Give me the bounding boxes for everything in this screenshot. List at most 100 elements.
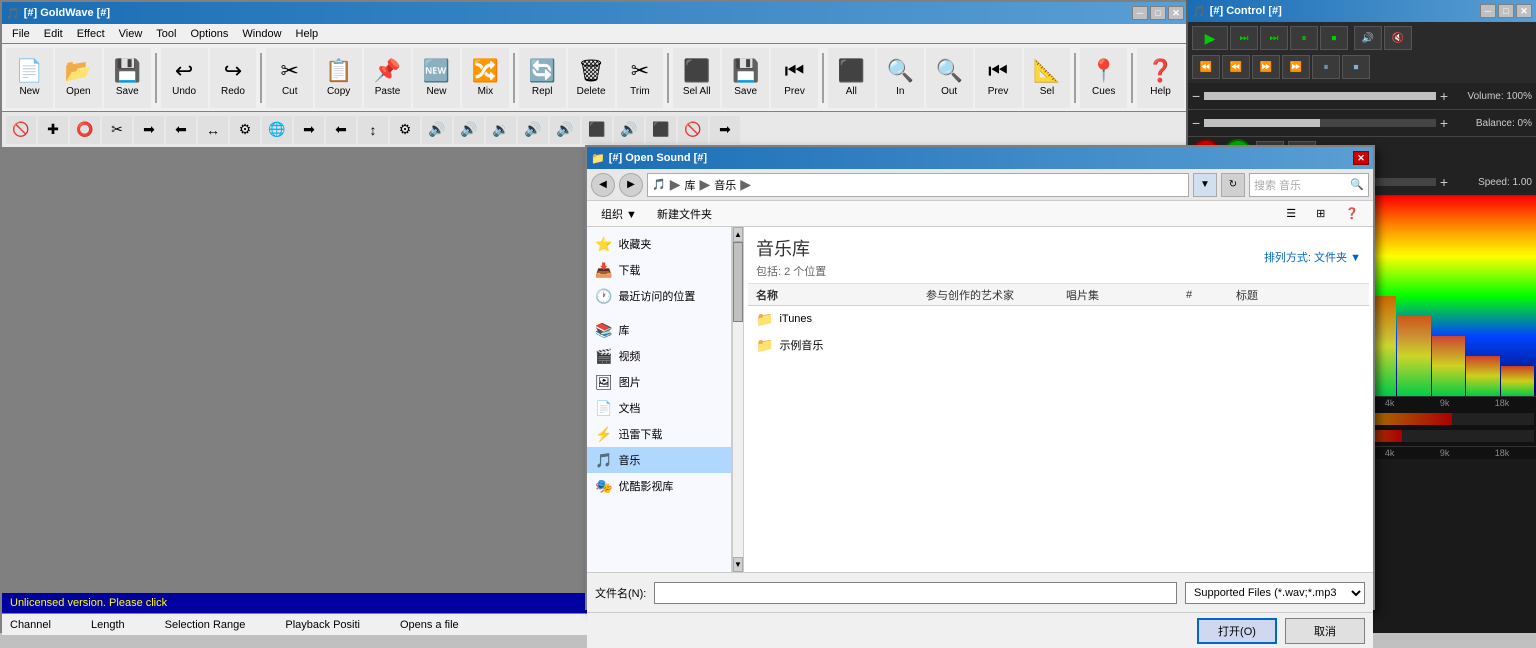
toolbar-redo-button[interactable]: ↪ Redo [210, 48, 257, 108]
nav-scroll-track[interactable] [733, 242, 743, 557]
control-minimize-button[interactable]: ─ [1480, 4, 1496, 18]
toolbar-selall-button[interactable]: ⬛ Sel All [673, 48, 720, 108]
tb2-btn15[interactable]: 🔊 [454, 116, 484, 144]
nav-youku-item[interactable]: 🎭 优酷影视库 [587, 473, 731, 499]
view-details-button[interactable]: ⊞ [1310, 205, 1331, 222]
rewind-fast-button[interactable]: ⏪ [1192, 55, 1220, 79]
toolbar-save2-button[interactable]: 💾 Save [722, 48, 769, 108]
tb2-btn9[interactable]: 🌐 [262, 116, 292, 144]
tb2-btn4[interactable]: ✂ [102, 116, 132, 144]
tb2-btn6[interactable]: ⬅ [166, 116, 196, 144]
file-item-itunes[interactable]: 📁 iTunes [748, 306, 1369, 332]
nav-recent-item[interactable]: 🕐 最近访问的位置 [587, 283, 731, 309]
tb2-btn16[interactable]: 🔉 [486, 116, 516, 144]
filetype-select[interactable]: Supported Files (*.wav;*.mp3 [1185, 582, 1365, 604]
skip-forward-button[interactable]: ⏭ [1230, 26, 1258, 50]
tb2-btn20[interactable]: 🔊 [614, 116, 644, 144]
address-bar[interactable]: 🎵 ▶ 库 ▶ 音乐 ▶ [647, 173, 1189, 197]
toolbar-prev2-button[interactable]: ⏮ Prev [975, 48, 1022, 108]
toolbar-save-button[interactable]: 💾 Save [104, 48, 151, 108]
balance-track[interactable] [1204, 119, 1436, 127]
col-name-header[interactable]: 名称 [756, 287, 906, 303]
menu-file[interactable]: File [6, 26, 36, 42]
tb2-btn22[interactable]: 🚫 [678, 116, 708, 144]
nav-video-item[interactable]: 🎬 视频 [587, 343, 731, 369]
search-box[interactable]: 搜索 音乐 🔍 [1249, 173, 1369, 197]
menu-options[interactable]: Options [184, 26, 234, 42]
control-close-button[interactable]: ✕ [1516, 4, 1532, 18]
filename-input[interactable] [654, 582, 1177, 604]
tb2-btn10[interactable]: ➡ [294, 116, 324, 144]
col-album-header[interactable]: 唱片集 [1066, 287, 1166, 303]
tb2-btn13[interactable]: ⚙ [390, 116, 420, 144]
tb2-btn2[interactable]: ✚ [38, 116, 68, 144]
forward-button[interactable]: ⏩ [1252, 55, 1280, 79]
toolbar-mix-button[interactable]: 🔀 Mix [462, 48, 509, 108]
tb2-btn1[interactable]: 🚫 [6, 116, 36, 144]
pause2-button[interactable]: ⏸ [1312, 55, 1340, 79]
tb2-btn21[interactable]: ⬛ [646, 116, 676, 144]
toolbar-open-button[interactable]: 📂 Open [55, 48, 102, 108]
toolbar-help-button[interactable]: ❓ Help [1137, 48, 1184, 108]
col-num-header[interactable]: # [1186, 289, 1216, 301]
toolbar-all-button[interactable]: ⬛ All [828, 48, 875, 108]
tb2-btn23[interactable]: ➡ [710, 116, 740, 144]
nav-forward-button[interactable]: ▶ [619, 173, 643, 197]
menu-view[interactable]: View [113, 26, 149, 42]
skip-end-button[interactable]: ⏭ [1260, 26, 1288, 50]
dialog-close-button[interactable]: ✕ [1353, 151, 1369, 165]
toolbar-new2-button[interactable]: 🆕 New [413, 48, 460, 108]
file-item-sample-music[interactable]: 📁 示例音乐 [748, 332, 1369, 358]
toolbar-cues-button[interactable]: 📍 Cues [1080, 48, 1127, 108]
volume-plus-button[interactable]: + [1440, 88, 1448, 104]
col-artist-header[interactable]: 参与创作的艺术家 [926, 287, 1046, 303]
new-folder-button[interactable]: 新建文件夹 [651, 204, 718, 224]
nav-scrollbar[interactable]: ▲ ▼ [732, 227, 744, 572]
nav-scroll-down[interactable]: ▼ [733, 557, 743, 572]
nav-pictures-item[interactable]: 🖼 图片 [587, 369, 731, 395]
addr-dropdown-button[interactable]: ▼ [1193, 173, 1217, 197]
toolbar-paste-button[interactable]: 📌 Paste [364, 48, 411, 108]
organize-button[interactable]: 组织 ▼ [595, 204, 643, 224]
tb2-btn11[interactable]: ⬅ [326, 116, 356, 144]
nav-scroll-up[interactable]: ▲ [733, 227, 743, 242]
speed-plus-button[interactable]: + [1440, 174, 1448, 190]
toolbar-undo-button[interactable]: ↩ Undo [161, 48, 208, 108]
nav-scroll-thumb[interactable] [733, 242, 743, 322]
pause-button[interactable]: ⏸ [1290, 26, 1318, 50]
toolbar-delete-button[interactable]: 🗑 Delete [568, 48, 615, 108]
tb2-btn14[interactable]: 🔊 [422, 116, 452, 144]
menu-help[interactable]: Help [290, 26, 325, 42]
tb2-btn3[interactable]: ⭕ [70, 116, 100, 144]
nav-music-item[interactable]: 🎵 音乐 [587, 447, 731, 473]
toolbar-prev-button[interactable]: ⏮ Prev [771, 48, 818, 108]
menu-tool[interactable]: Tool [150, 26, 182, 42]
toolbar-copy-button[interactable]: 📋 Copy [315, 48, 362, 108]
toolbar-cut-button[interactable]: ✂ Cut [266, 48, 313, 108]
maximize-button[interactable]: □ [1150, 6, 1166, 20]
toolbar-repl-button[interactable]: 🔄 Repl [519, 48, 566, 108]
tb2-btn7[interactable]: ↔ [198, 116, 228, 144]
cancel-button[interactable]: 取消 [1285, 618, 1365, 644]
menu-edit[interactable]: Edit [38, 26, 69, 42]
vol-mute-button[interactable]: 🔇 [1384, 26, 1412, 50]
nav-downloads-item[interactable]: 📥 下载 [587, 257, 731, 283]
balance-plus-button[interactable]: + [1440, 115, 1448, 131]
nav-thunder-item[interactable]: ⚡ 迅雷下载 [587, 421, 731, 447]
toolbar-new-button[interactable]: 📄 New [6, 48, 53, 108]
open-button[interactable]: 打开(O) [1197, 618, 1277, 644]
control-maximize-button[interactable]: □ [1498, 4, 1514, 18]
tb2-btn12[interactable]: ↕ [358, 116, 388, 144]
play-button[interactable]: ▶ [1192, 26, 1228, 50]
view-list-button[interactable]: ☰ [1280, 205, 1302, 222]
col-title-header[interactable]: 标题 [1236, 287, 1361, 303]
nav-documents-item[interactable]: 📄 文档 [587, 395, 731, 421]
vol-up-button[interactable]: 🔊 [1354, 26, 1382, 50]
help-dialog-button[interactable]: ❓ [1339, 205, 1365, 222]
volume-minus-button[interactable]: − [1192, 88, 1200, 104]
balance-minus-button[interactable]: − [1192, 115, 1200, 131]
stop-button[interactable]: ⏹ [1320, 26, 1348, 50]
toolbar-sel-button[interactable]: 📐 Sel [1024, 48, 1071, 108]
tb2-btn19[interactable]: ⬛ [582, 116, 612, 144]
toolbar-trim-button[interactable]: ✂ Trim [617, 48, 664, 108]
